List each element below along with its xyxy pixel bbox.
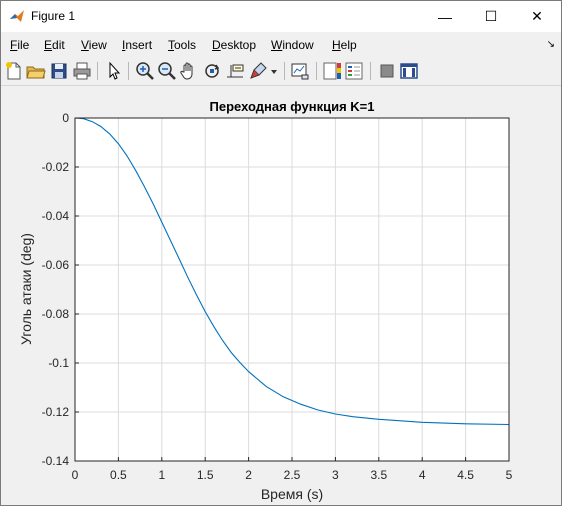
minimize-button[interactable]: — [422, 1, 468, 32]
menu-window[interactable]: Window [271, 38, 314, 52]
y-tick-label: -0.04 [42, 209, 70, 223]
title-bar: Figure 1 — ☐ ✕ [1, 1, 561, 32]
insert-legend-icon[interactable] [343, 60, 365, 82]
x-tick-label: 1.5 [197, 468, 214, 482]
x-tick-label: 1 [158, 468, 165, 482]
edit-plot-arrow-icon[interactable] [103, 60, 125, 82]
menu-edit[interactable]: Edit [44, 38, 65, 52]
step-response-chart[interactable]: 0 0.5 1 1.5 2 2.5 3 3.5 4 4.5 5 0 -0.02 -0.04 -0.06 -0.… [1, 87, 561, 505]
brush-icon[interactable] [247, 60, 269, 82]
y-axis-label: Уголь атаки (deg) [18, 233, 34, 345]
toolbar-separator [316, 62, 317, 80]
x-tick-label: 0 [72, 468, 79, 482]
toolbar-separator [284, 62, 285, 80]
data-cursor-icon[interactable] [224, 60, 246, 82]
toolbar-separator [97, 62, 98, 80]
zoom-in-icon[interactable] [134, 60, 156, 82]
show-plot-tools-icon[interactable] [398, 60, 420, 82]
menu-desktop[interactable]: Desktop [212, 38, 256, 52]
window-title: Figure 1 [31, 9, 76, 23]
y-tick-label: 0 [62, 111, 69, 125]
y-tick-label: -0.14 [42, 454, 70, 468]
y-tick-label: -0.12 [42, 405, 70, 419]
y-tick-label: -0.08 [42, 307, 70, 321]
x-tick-label: 3.5 [370, 468, 387, 482]
menu-bar: File Edit View Insert Tools Desktop Wind… [1, 34, 561, 56]
open-file-icon[interactable] [25, 60, 47, 82]
x-tick-label: 3 [332, 468, 339, 482]
toolbar-separator [370, 62, 371, 80]
maximize-button[interactable]: ☐ [468, 1, 514, 32]
menu-view[interactable]: View [81, 38, 107, 52]
menu-file[interactable]: File [10, 38, 29, 52]
x-tick-label: 5 [506, 468, 513, 482]
x-tick-label: 0.5 [110, 468, 127, 482]
x-tick-label: 2 [245, 468, 252, 482]
rotate-3d-icon[interactable] [201, 60, 223, 82]
chart-title: Переходная функция K=1 [210, 99, 375, 114]
menu-tools[interactable]: Tools [168, 38, 196, 52]
link-plot-icon[interactable] [289, 60, 311, 82]
matlab-logo-icon [9, 8, 25, 24]
save-icon[interactable] [48, 60, 70, 82]
dock-arrow-icon[interactable]: ↘ [547, 39, 555, 50]
menu-insert[interactable]: Insert [122, 38, 152, 52]
x-tick-label: 4.5 [457, 468, 474, 482]
brush-dropdown-icon[interactable] [269, 60, 279, 82]
figure-toolbar [1, 57, 561, 86]
figure-window: Figure 1 — ☐ ✕ File Edit View Insert Too… [0, 0, 562, 506]
x-tick-label: 2.5 [284, 468, 301, 482]
close-button[interactable]: ✕ [514, 1, 560, 32]
insert-colorbar-icon[interactable] [321, 60, 343, 82]
new-figure-icon[interactable] [3, 60, 25, 82]
pan-hand-icon[interactable] [178, 60, 200, 82]
toolbar-separator [128, 62, 129, 80]
print-icon[interactable] [71, 60, 93, 82]
x-tick-label: 4 [419, 468, 426, 482]
y-tick-label: -0.02 [42, 160, 70, 174]
figure-canvas: 0 0.5 1 1.5 2 2.5 3 3.5 4 4.5 5 0 -0.02 -0.04 -0.06 -0.… [1, 87, 561, 505]
zoom-out-icon[interactable] [156, 60, 178, 82]
hide-plot-tools-icon[interactable] [376, 60, 398, 82]
y-tick-label: -0.1 [48, 356, 69, 370]
menu-help[interactable]: Help [332, 38, 357, 52]
x-axis-label: Время (s) [261, 486, 323, 502]
y-tick-label: -0.06 [42, 258, 70, 272]
